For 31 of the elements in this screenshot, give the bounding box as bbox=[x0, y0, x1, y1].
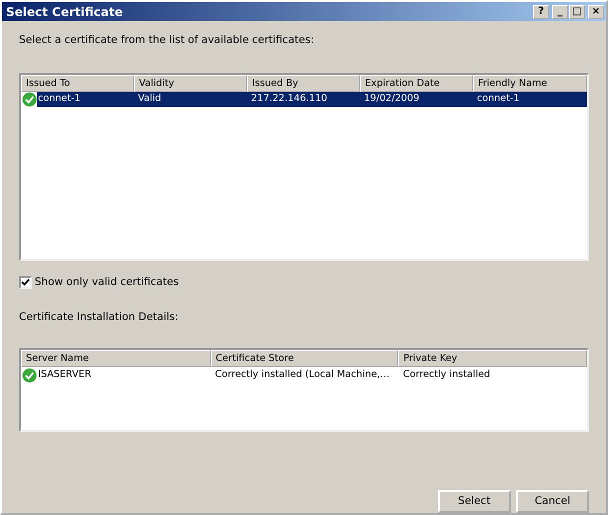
list-row[interactable]: connet-1 Valid 217.22.146.110 19/02/2009 connet-1 bbox=[22, 92, 588, 108]
column-header[interactable]: Friendly Name bbox=[473, 74, 587, 92]
table-cell: 19/02/2009 bbox=[360, 92, 473, 107]
column-header[interactable]: Certificate Store bbox=[210, 350, 398, 367]
table-cell: connet-1 bbox=[473, 92, 587, 107]
close-button[interactable]: × bbox=[588, 4, 604, 18]
maximize-button[interactable]: □ bbox=[569, 4, 585, 18]
help-button[interactable]: ? bbox=[533, 4, 549, 18]
table-cell: 217.22.146.110 bbox=[247, 92, 360, 107]
minimize-button[interactable]: _ bbox=[552, 4, 568, 18]
section-label: Certificate Installation Details: bbox=[19, 310, 180, 326]
checkbox-label: Show only valid certificates bbox=[34, 274, 179, 290]
column-header[interactable]: Issued By bbox=[247, 74, 360, 92]
check-icon bbox=[22, 368, 37, 382]
list-row[interactable]: ISASERVER Correctly installed (Local Machine,… Correctly installed bbox=[22, 367, 589, 383]
table-cell-text: ISASERVER bbox=[37, 368, 92, 382]
table-cell-text: Correctly installed (Local Machine,… bbox=[214, 368, 391, 382]
column-header[interactable]: Server Name bbox=[21, 350, 211, 367]
table-cell: connet-1 bbox=[37, 92, 134, 107]
cancel-button[interactable]: Cancel bbox=[516, 490, 589, 513]
table-cell: Valid bbox=[134, 92, 247, 107]
select-button[interactable]: Select bbox=[438, 490, 511, 513]
valid-only-checkbox[interactable] bbox=[19, 276, 32, 289]
check-icon bbox=[22, 92, 37, 107]
window-title: Select Certificate bbox=[6, 4, 124, 20]
column-header[interactable]: Private Key bbox=[398, 350, 588, 367]
column-header[interactable]: Expiration Date bbox=[360, 74, 473, 92]
table-cell-text: Correctly installed bbox=[402, 368, 492, 382]
instruction-text: Select a certificate from the list of available certificates: bbox=[19, 33, 316, 48]
column-header[interactable]: Validity bbox=[134, 74, 247, 92]
column-header[interactable]: Issued To bbox=[21, 74, 134, 92]
